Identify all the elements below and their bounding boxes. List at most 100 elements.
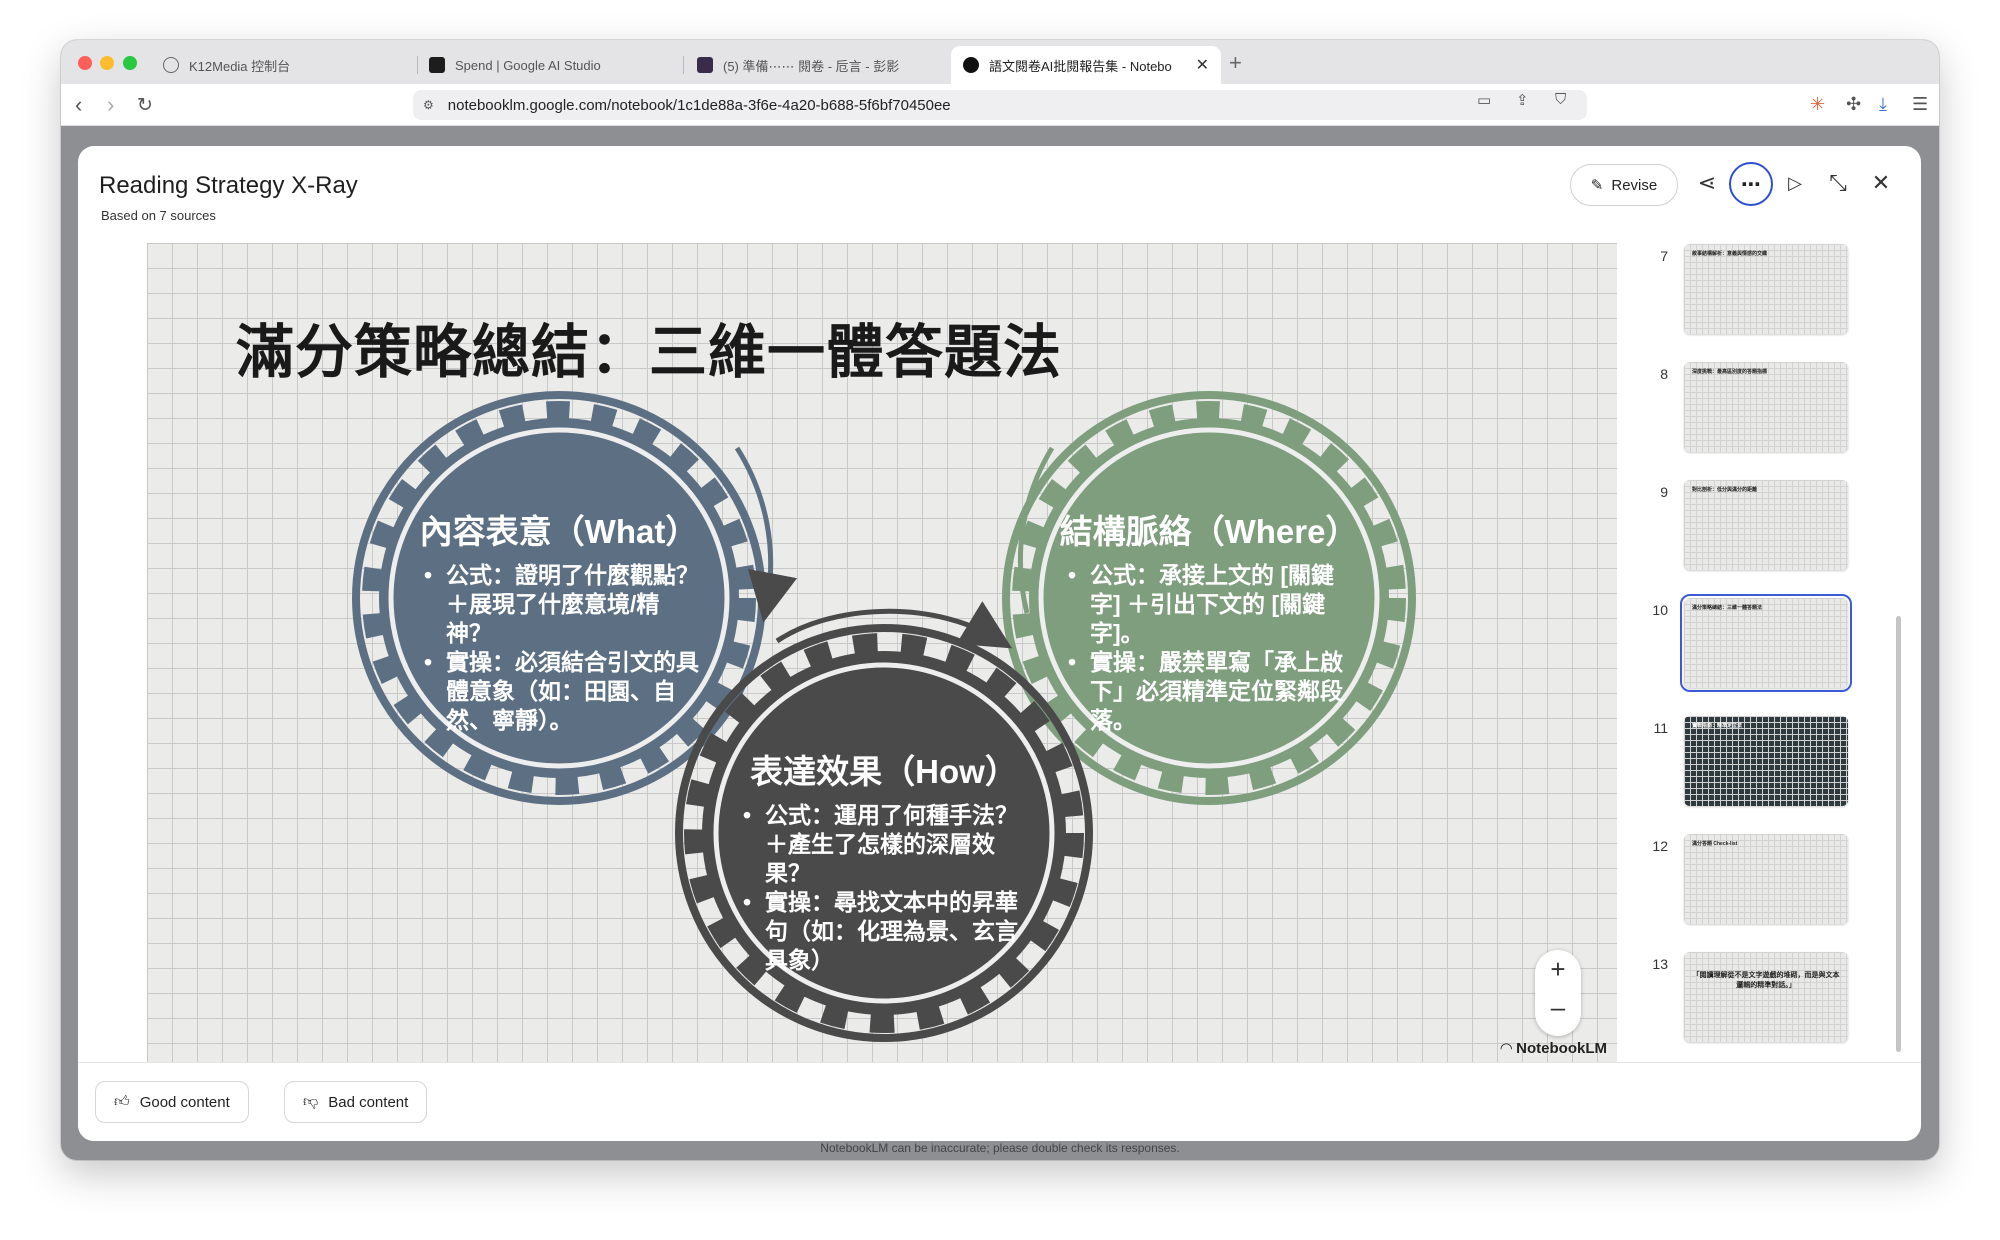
tab-title: (5) 準備⋯⋯ 閱卷 - 卮言 - 彭影 [723, 58, 900, 74]
extensions-icon[interactable]: ✣ [1846, 94, 1861, 115]
watermark-text: NotebookLM [1516, 1040, 1607, 1057]
cast-icon[interactable]: ▭ [1477, 91, 1491, 109]
thumbnail-image[interactable]: 實戰指南：精準定位法 [1684, 716, 1848, 806]
tab-title: 語文閱卷AI批閱報告集 - Notebo [989, 58, 1172, 74]
thumbnail-item[interactable]: 13 「閱讀理解從不是文字遊戲的堆砌，而是與文本邏輯的精準對話。」 [1638, 952, 1878, 1047]
thumbnail-number: 11 [1653, 720, 1668, 736]
thumbnail-number: 7 [1660, 248, 1668, 264]
notebooklm-icon [963, 57, 979, 73]
thumbnail-title: 實戰指南：精準定位法 [1692, 723, 1743, 729]
reload-icon[interactable]: ↻ [137, 94, 153, 117]
tab-bar: K12Media 控制台 Spend | Google AI Studio (5… [61, 40, 1939, 84]
site-icon [697, 57, 713, 73]
thumbnail-title: 深度挑戰：最高區別度的答題指標 [1692, 369, 1768, 375]
feedback-bar: 👍︎ Good content 👎︎ Bad content [78, 1062, 1921, 1141]
tab-divider [683, 56, 684, 74]
thumbnail-image[interactable]: 對比剖析：低分與滿分的距離 [1684, 480, 1848, 570]
good-content-button[interactable]: 👍︎ Good content [95, 1081, 249, 1123]
gear-where-title: 結構脈絡（Where） [1059, 513, 1359, 550]
bullet-item: 公式：承接上文的 [關鍵字] ＋引出下文的 [關鍵字]。 [1068, 561, 1358, 648]
thumbnail-title: 敘事結構解析：意義與情感的交織 [1692, 251, 1768, 257]
thumbnail-number: 10 [1652, 602, 1668, 618]
slide-thumbnail-list: 7 敘事結構解析：意義與情感的交織 8 深度挑戰：最高區別度的答題指標 9 對比… [1638, 234, 1878, 1054]
thumbs-up-icon: 👍︎ [114, 1093, 130, 1110]
bullet-item: 公式：運用了何種手法？＋產生了怎樣的深層效果？ [743, 801, 1033, 888]
thumbnail-title: 滿分策略總結：三維一體答題法 [1692, 605, 1763, 611]
disclaimer-text: NotebookLM can be inaccurate; please dou… [820, 1141, 1180, 1155]
browser-tab[interactable]: Spend | Google AI Studio [429, 46, 689, 84]
bullet-item: 實操：嚴禁單寫「承上啟下」必須精準定位緊鄰段落。 [1068, 648, 1358, 735]
thumbnail-item-current[interactable]: 10 滿分策略總結：三維一體答題法 [1638, 594, 1878, 693]
close-window-button[interactable] [78, 56, 92, 70]
minimize-window-button[interactable] [100, 56, 114, 70]
dialog-title: Reading Strategy X-Ray [99, 172, 358, 199]
zoom-out-button[interactable]: – [1535, 992, 1581, 1023]
close-tab-icon[interactable]: ✕ [1186, 55, 1209, 75]
pencil-icon: ✎ [1590, 177, 1604, 194]
browser-window: K12Media 控制台 Spend | Google AI Studio (5… [61, 40, 1939, 1160]
zoom-window-button[interactable] [123, 56, 137, 70]
revise-button[interactable]: ✎ Revise [1570, 164, 1678, 206]
thumbnail-title: 對比剖析：低分與滿分的距離 [1692, 487, 1758, 493]
close-icon[interactable]: ✕ [1866, 170, 1896, 196]
play-icon[interactable]: ▷ [1780, 173, 1810, 194]
more-icon: ⋯ [1741, 173, 1761, 196]
thumbnail-number: 13 [1652, 956, 1668, 972]
browser-toolbar: ‹ › ↻ ⚙ notebooklm.google.com/notebook/1… [61, 84, 1939, 126]
gear-how-bullets: 公式：運用了何種手法？＋產生了怎樣的深層效果？ 實操：尋找文本中的昇華句（如：化… [743, 801, 1033, 975]
bad-content-label: Bad content [328, 1093, 409, 1111]
thumbnail-image[interactable]: 滿分策略總結：三維一體答題法 [1680, 594, 1852, 692]
site-settings-icon[interactable]: ⚙ [423, 98, 434, 112]
back-icon[interactable]: ‹ [75, 92, 82, 118]
thumbnail-number: 8 [1660, 366, 1668, 382]
thumbnail-item[interactable]: 9 對比剖析：低分與滿分的距離 [1638, 480, 1878, 575]
thumbnail-scrollbar[interactable] [1896, 616, 1901, 1052]
browser-tab[interactable]: (5) 準備⋯⋯ 閱卷 - 卮言 - 彭影 [697, 46, 945, 84]
zoom-in-button[interactable]: + [1535, 954, 1581, 985]
url-text: notebooklm.google.com/notebook/1c1de88a-… [447, 96, 951, 114]
globe-icon [163, 57, 179, 73]
revise-label: Revise [1611, 176, 1658, 194]
bad-content-button[interactable]: 👎︎ Bad content [284, 1081, 428, 1123]
thumbnail-title: 滿分答題 Check-list [1692, 841, 1738, 847]
zoom-controls: + – [1535, 950, 1581, 1036]
slide-canvas: 滿分策略總結：三維一體答題法 內容表意（What） • 公式：證明了什麼觀點？＋… [147, 243, 1617, 1063]
gear-what-title: 內容表意（What） [419, 513, 699, 550]
notebooklm-logo-icon: ◠ [1500, 1040, 1517, 1057]
brave-shield-icon[interactable]: ⛉ [1555, 91, 1566, 108]
thumbnail-image[interactable]: 敘事結構解析：意義與情感的交織 [1684, 244, 1848, 334]
thumbnail-image[interactable]: 滿分答題 Check-list [1684, 834, 1848, 924]
thumbnail-item[interactable]: 8 深度挑戰：最高區別度的答題指標 [1638, 362, 1878, 457]
dialog-subtitle: Based on 7 sources [101, 208, 216, 223]
thumbnail-number: 9 [1660, 484, 1668, 500]
collapse-icon[interactable]: ⤡ [1823, 170, 1853, 196]
forward-icon[interactable]: › [107, 92, 114, 118]
gear-what-bullets: 公式：證明了什麼觀點？＋展現了什麼意境/精神？ 實操：必須結合引文的具體意象（如… [424, 561, 700, 735]
thumbnail-item[interactable]: 12 滿分答題 Check-list [1638, 834, 1878, 929]
address-bar[interactable]: ⚙ notebooklm.google.com/notebook/1c1de88… [413, 90, 1587, 120]
tab-title: Spend | Google AI Studio [455, 57, 601, 73]
thumbnail-image[interactable]: 「閱讀理解從不是文字遊戲的堆砌，而是與文本邏輯的精準對話。」 [1684, 952, 1848, 1042]
browser-tab[interactable]: K12Media 控制台 [163, 46, 423, 84]
good-content-label: Good content [139, 1093, 230, 1111]
share-icon[interactable]: ⋖ [1692, 170, 1722, 196]
thumbnail-item[interactable]: 11 實戰指南：精準定位法 [1638, 716, 1878, 811]
gear-how-title: 表達效果（How） [750, 753, 1018, 790]
download-icon[interactable]: ⤓ [1879, 94, 1887, 115]
notebooklm-watermark: ◠ NotebookLM [1500, 1039, 1607, 1057]
bullet-item: 實操：必須結合引文的具體意象（如：田園、自然、寧靜）。 [424, 648, 700, 735]
new-tab-button[interactable]: + [1229, 50, 1242, 76]
thumbs-down-icon: 👎︎ [303, 1093, 319, 1110]
thumbnail-number: 12 [1652, 838, 1668, 854]
tab-title: K12Media 控制台 [189, 58, 291, 74]
thumbnail-item[interactable]: 7 敘事結構解析：意義與情感的交織 [1638, 244, 1878, 339]
browser-tab-active[interactable]: 語文閱卷AI批閱報告集 - Notebo ✕ [951, 46, 1221, 84]
thumbnail-title: 「閱讀理解從不是文字遊戲的堆砌，而是與文本邏輯的精準對話。」 [1692, 972, 1840, 989]
gear-where-bullets: 公式：承接上文的 [關鍵字] ＋引出下文的 [關鍵字]。 實操：嚴禁單寫「承上啟… [1068, 561, 1358, 735]
tab-divider [417, 56, 418, 74]
more-options-button[interactable]: ⋯ [1729, 162, 1773, 206]
menu-icon[interactable]: ☰ [1912, 94, 1928, 115]
claude-extension-icon[interactable]: ✳ [1810, 94, 1825, 115]
share-page-icon[interactable]: ⇪ [1516, 91, 1529, 109]
thumbnail-image[interactable]: 深度挑戰：最高區別度的答題指標 [1684, 362, 1848, 452]
